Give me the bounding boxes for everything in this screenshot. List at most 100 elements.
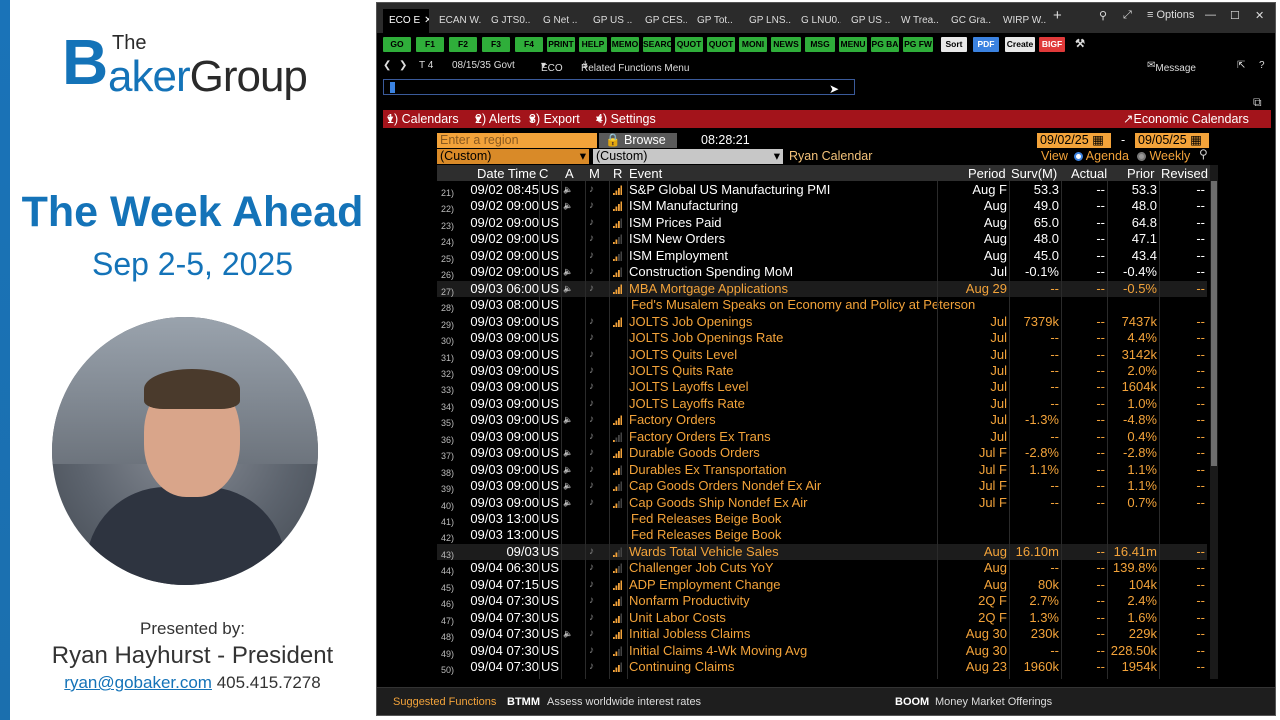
fkey-go[interactable]: GO — [383, 37, 411, 52]
tab-2[interactable]: G JTS0.. — [485, 9, 533, 33]
bell-icon[interactable]: ♪ — [589, 429, 597, 442]
economic-calendars-link[interactable]: ↗ Economic Calendars — [1123, 111, 1249, 126]
tab-10[interactable]: W Trea.. — [895, 9, 941, 33]
speaker-icon[interactable]: 🔈 — [563, 281, 573, 293]
row-event[interactable]: Cap Goods Orders Nondef Ex Air — [629, 478, 821, 494]
alerts-menu[interactable]: 2) Alerts ▾ — [475, 111, 521, 126]
row-event[interactable]: JOLTS Job Openings Rate — [629, 330, 783, 346]
date-to-input[interactable]: 09/05/25 ▦ — [1135, 133, 1209, 148]
tab-7[interactable]: GP LNS.. — [743, 9, 791, 33]
fkey-quot[interactable]: QUOT — [675, 37, 703, 52]
bell-icon[interactable]: ♪ — [589, 643, 597, 656]
bell-icon[interactable]: ♪ — [589, 215, 597, 228]
scrollbar-thumb[interactable] — [1211, 181, 1217, 466]
row-event[interactable]: Challenger Job Cuts YoY — [629, 560, 774, 576]
tab-close-icon[interactable]: ✕ — [424, 15, 429, 26]
speaker-icon[interactable]: 🔈 — [563, 412, 573, 424]
row-event[interactable]: JOLTS Job Openings — [629, 314, 752, 330]
bell-icon[interactable]: ♪ — [589, 478, 597, 491]
fkey-searc[interactable]: SEARC — [643, 37, 671, 52]
tab-9[interactable]: GP US .. — [845, 9, 891, 33]
fkey-bigf[interactable]: BIGF — [1039, 37, 1065, 52]
fkey-pg-fw[interactable]: PG FW — [903, 37, 933, 52]
fkey-moni[interactable]: MONI — [739, 37, 767, 52]
fkey-quot[interactable]: QUOT — [707, 37, 735, 52]
table-row[interactable]: 23) 09/02 09:00 US ♪ ISM Prices Paid Aug 65.0-… — [437, 215, 1207, 232]
table-row[interactable]: 39) 09/03 09:00 US 🔈 ♪ Cap Goods Orders Nonde… — [437, 478, 1207, 495]
row-event[interactable]: JOLTS Quits Level — [629, 347, 737, 363]
bell-icon[interactable]: ♪ — [589, 264, 597, 277]
bell-icon[interactable]: ♪ — [589, 577, 597, 590]
boom-function[interactable]: BOOM — [895, 696, 929, 708]
bell-icon[interactable]: ♪ — [589, 182, 597, 195]
maximize-icon[interactable]: ☐ — [1230, 9, 1240, 22]
search-icon[interactable]: ⚲ — [1099, 9, 1107, 22]
bell-icon[interactable]: ♪ — [589, 231, 597, 244]
row-event[interactable]: MBA Mortgage Applications — [629, 281, 788, 297]
row-event[interactable]: S&P Global US Manufacturing PMI — [629, 182, 830, 198]
row-event[interactable]: ISM Prices Paid — [629, 215, 721, 231]
fkey-memo[interactable]: MEMO — [611, 37, 639, 52]
bell-icon[interactable]: ♪ — [589, 363, 597, 376]
table-row[interactable]: 42) 09/03 13:00 US Fed Releases Beige Book — [437, 527, 1207, 544]
fkey-pg-ba[interactable]: PG BA — [871, 37, 899, 52]
col-market[interactable]: M — [589, 166, 600, 181]
fkey-print[interactable]: PRINT — [547, 37, 575, 52]
fkey-f3[interactable]: F3 — [482, 37, 510, 52]
row-event[interactable]: ISM New Orders — [629, 231, 725, 247]
message-button[interactable]: ✉ Message — [1147, 60, 1196, 74]
bell-icon[interactable]: ♪ — [589, 462, 597, 475]
table-row[interactable]: 50) 09/04 07:30 US ♪ Continuing Claims Aug 23… — [437, 659, 1207, 676]
row-event[interactable]: Initial Jobless Claims — [629, 626, 750, 642]
export-menu[interactable]: 3) Export ▾ — [529, 111, 580, 126]
bell-icon[interactable]: ♪ — [589, 314, 597, 327]
row-event[interactable]: JOLTS Layoffs Rate — [629, 396, 745, 412]
help-icon[interactable]: ? — [1259, 60, 1265, 71]
region-select[interactable]: (Custom) ▾ — [437, 149, 589, 164]
bell-icon[interactable]: ♪ — [589, 379, 597, 392]
forward-icon[interactable]: ❯ — [399, 60, 407, 71]
table-row[interactable]: 35) 09/03 09:00 US 🔈 ♪ Factory Orders Jul -1.3%… — [437, 412, 1207, 429]
tab-8[interactable]: G LNU0.. — [795, 9, 841, 33]
row-event[interactable]: Construction Spending MoM — [629, 264, 793, 280]
bell-icon[interactable]: ♪ — [589, 281, 597, 294]
speaker-icon[interactable]: 🔈 — [563, 264, 573, 276]
table-row[interactable]: 21) 09/02 08:45 US 🔈 ♪ S&P Global US Manufact… — [437, 182, 1207, 199]
table-row[interactable]: 26) 09/02 09:00 US 🔈 ♪ Construction Spending … — [437, 264, 1207, 281]
table-row[interactable]: 24) 09/02 09:00 US ♪ ISM New Orders Aug 48.0 --… — [437, 231, 1207, 248]
table-row[interactable]: 41) 09/03 13:00 US Fed Releases Beige Book — [437, 511, 1207, 528]
bell-icon[interactable]: ♪ — [589, 560, 597, 573]
bell-icon[interactable]: ♪ — [589, 593, 597, 606]
col-revised[interactable]: Revised — [1161, 166, 1208, 181]
row-event[interactable]: Fed Releases Beige Book — [631, 527, 781, 543]
row-event[interactable]: JOLTS Layoffs Level — [629, 379, 748, 395]
tab-4[interactable]: GP US .. — [587, 9, 635, 33]
fkey-f2[interactable]: F2 — [449, 37, 477, 52]
bell-icon[interactable]: ♪ — [589, 330, 597, 343]
row-event[interactable]: Durables Ex Transportation — [629, 462, 787, 478]
speaker-icon[interactable]: 🔈 — [563, 198, 573, 210]
tab-6[interactable]: GP Tot.. — [691, 9, 739, 33]
table-row[interactable]: 32) 09/03 09:00 US ♪ JOLTS Quits Rate Jul -- --… — [437, 363, 1207, 380]
table-row[interactable]: 33) 09/03 09:00 US ♪ JOLTS Layoffs Level Jul -… — [437, 379, 1207, 396]
fkey-create[interactable]: Create — [1005, 37, 1035, 52]
row-event[interactable]: Fed's Musalem Speaks on Economy and Poli… — [631, 297, 975, 313]
fkey-f1[interactable]: F1 — [416, 37, 444, 52]
fkey-sort[interactable]: Sort — [941, 37, 967, 52]
speaker-icon[interactable]: 🔈 — [563, 462, 573, 474]
speaker-icon[interactable]: 🔈 — [563, 626, 573, 638]
bell-icon[interactable]: ♪ — [589, 198, 597, 211]
table-row[interactable]: 37) 09/03 09:00 US 🔈 ♪ Durable Goods Orders Ju… — [437, 445, 1207, 462]
date-from-input[interactable]: 09/02/25 ▦ — [1037, 133, 1111, 148]
row-event[interactable]: Initial Claims 4-Wk Moving Avg — [629, 643, 807, 659]
row-event[interactable]: Continuing Claims — [629, 659, 735, 675]
table-row[interactable]: 49) 09/04 07:30 US ♪ Initial Claims 4-Wk Mov… — [437, 643, 1207, 660]
browse-button[interactable]: 🔒 Browse — [599, 133, 677, 148]
table-row[interactable]: 44) 09/04 06:30 US ♪ Challenger Job Cuts YoY… — [437, 560, 1207, 577]
settings-menu[interactable]: 4) Settings ▾ — [596, 111, 656, 126]
table-row[interactable]: 43) 09/03 US ♪ Wards Total Vehicle Sales Aug 1… — [437, 543, 1207, 561]
col-datetime[interactable]: Date Time — [477, 166, 536, 181]
table-row[interactable]: 48) 09/04 07:30 US 🔈 ♪ Initial Jobless Claims… — [437, 626, 1207, 643]
col-period[interactable]: Period — [968, 166, 1006, 181]
col-country[interactable]: C — [539, 166, 548, 181]
